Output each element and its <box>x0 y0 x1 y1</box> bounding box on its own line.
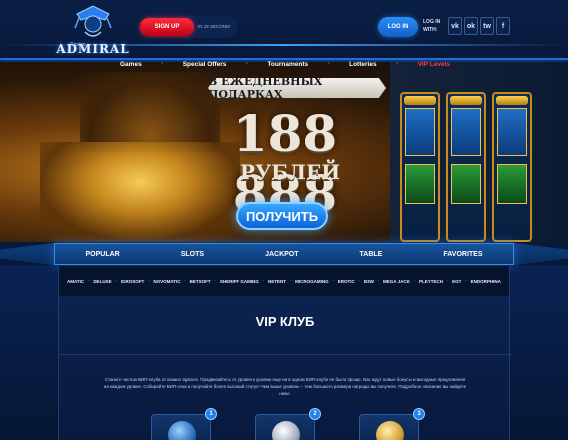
vip-level-card[interactable] <box>151 414 211 440</box>
admiral-emblem-icon <box>74 5 112 37</box>
promo-banner[interactable]: В ЕЖЕДНЕВНЫХ ПОДАРКАХ 188 888 РУБЛЕЙ ПОЛ… <box>0 62 568 242</box>
logo-casino-word: Casino <box>70 42 86 48</box>
provider-netent[interactable]: NETENT <box>268 279 286 284</box>
provider-separator: - <box>358 278 361 284</box>
vip-description: Станьте частью ВИП-клуба от казино 3game… <box>103 377 467 396</box>
category-tabs: POPULAR SLOTS JACKPOT TABLE FAVORITES <box>54 243 514 265</box>
signup-hint: IN 15 SECOND! <box>198 24 231 29</box>
vip-level-number: 1 <box>205 408 217 420</box>
vip-section: VIP КЛУБ Станьте частью ВИП-клуба от каз… <box>58 296 511 440</box>
provider-microgaming[interactable]: MICROGAMING <box>295 279 329 284</box>
signup-button[interactable]: SIGN UP <box>140 18 194 36</box>
provider-novomatic[interactable]: NOVOMATIC <box>153 279 180 284</box>
site-header: Casino ADMIRAL SIGN UP IN 15 SECOND! LOG… <box>0 0 568 60</box>
provider-separator: - <box>184 278 186 284</box>
provider-separator: - <box>413 278 416 284</box>
nav-tournaments[interactable]: Tournaments <box>267 61 308 68</box>
main-nav: Games - Special Offers - Tournaments - L… <box>120 57 450 71</box>
casino-logo[interactable]: Casino ADMIRAL <box>52 4 134 58</box>
provider-erotic[interactable]: EROTIC <box>338 279 355 284</box>
logo-text: ADMIRAL <box>56 42 130 56</box>
provider-egt[interactable]: EGT <box>452 279 461 284</box>
provider-separator: - <box>87 278 90 284</box>
vip-divider <box>59 354 511 355</box>
provider-betsoft[interactable]: BETSOFT <box>190 279 211 284</box>
provider-separator: - <box>289 278 292 284</box>
get-bonus-button[interactable]: ПОЛУЧИТЬ <box>236 202 328 230</box>
vk-icon[interactable]: vk <box>448 17 462 35</box>
slot-machine-image <box>492 92 532 242</box>
nav-lotteries[interactable]: Lotteries <box>349 61 376 68</box>
provider-sheriff-gaming[interactable]: SHERIFF GAMING <box>220 279 259 284</box>
odnoklassniki-icon[interactable]: ok <box>464 17 478 35</box>
vip-level-number: 2 <box>309 408 321 420</box>
vip-level-card[interactable] <box>255 414 315 440</box>
banner-slot-machines <box>390 62 568 242</box>
twitter-icon[interactable]: tw <box>480 17 494 35</box>
provider-endorphina[interactable]: ENDORPHINA <box>471 279 501 284</box>
tab-table[interactable]: TABLE <box>354 251 389 258</box>
tab-popular[interactable]: POPULAR <box>80 251 126 258</box>
category-bar-wing-left <box>0 243 54 265</box>
provider-separator: - <box>115 278 117 284</box>
category-bar-wing-right <box>514 243 568 265</box>
provider-separator: - <box>214 278 217 284</box>
slot-machine-image <box>400 92 440 242</box>
right-side-panel <box>510 265 568 440</box>
provider-pleytech[interactable]: PLEYTECH <box>419 279 443 284</box>
tab-favorites[interactable]: FAVORITES <box>437 251 488 258</box>
facebook-icon[interactable]: f <box>496 17 510 35</box>
provider-separator: - <box>332 278 334 284</box>
provider-separator: - <box>147 278 150 284</box>
provider-b3w[interactable]: B3W <box>364 279 374 284</box>
nav-separator: - <box>396 61 399 67</box>
vip-level-number: 3 <box>413 408 425 420</box>
nav-special-offers[interactable]: Special Offers <box>183 61 227 68</box>
provider-separator: - <box>377 278 380 284</box>
provider-filter-bar: AMATIC - DELUXE - IGROSOFT - NOVOMATIC - BET… <box>58 266 510 296</box>
nav-separator: - <box>327 61 330 67</box>
banner-currency: РУБЛЕЙ <box>239 160 341 184</box>
provider-mega-jack[interactable]: MEGA JACK <box>383 279 410 284</box>
login-with-label: LOG IN WITH: <box>423 19 441 33</box>
tab-slots[interactable]: SLOTS <box>175 251 210 258</box>
vip-title: VIP КЛУБ <box>255 314 315 329</box>
provider-separator: - <box>465 278 467 284</box>
slot-machine-image <box>446 92 486 242</box>
provider-separator: - <box>262 278 265 284</box>
nav-vip-levels[interactable]: VIP Levels <box>418 61 450 68</box>
banner-background-arch <box>80 72 220 152</box>
banner-ribbon: В ЕЖЕДНЕВНЫХ ПОДАРКАХ <box>208 78 386 98</box>
tab-jackpot[interactable]: JACKPOT <box>259 251 304 258</box>
provider-amatic[interactable]: AMATIC <box>67 279 84 284</box>
level-coin-icon <box>168 421 196 440</box>
nav-separator: - <box>245 61 248 67</box>
left-side-panel <box>0 265 58 440</box>
banner-amount: 188 888 <box>232 104 338 223</box>
nav-games[interactable]: Games <box>120 61 142 68</box>
vip-level-card[interactable] <box>359 414 419 440</box>
level-coin-icon <box>272 421 300 440</box>
provider-separator: - <box>446 278 449 284</box>
nav-separator: - <box>161 61 164 67</box>
level-coin-icon <box>376 421 404 440</box>
provider-igrosoft[interactable]: IGROSOFT <box>121 279 145 284</box>
provider-deluxe[interactable]: DELUXE <box>93 279 111 284</box>
login-button[interactable]: LOG IN <box>378 17 418 37</box>
